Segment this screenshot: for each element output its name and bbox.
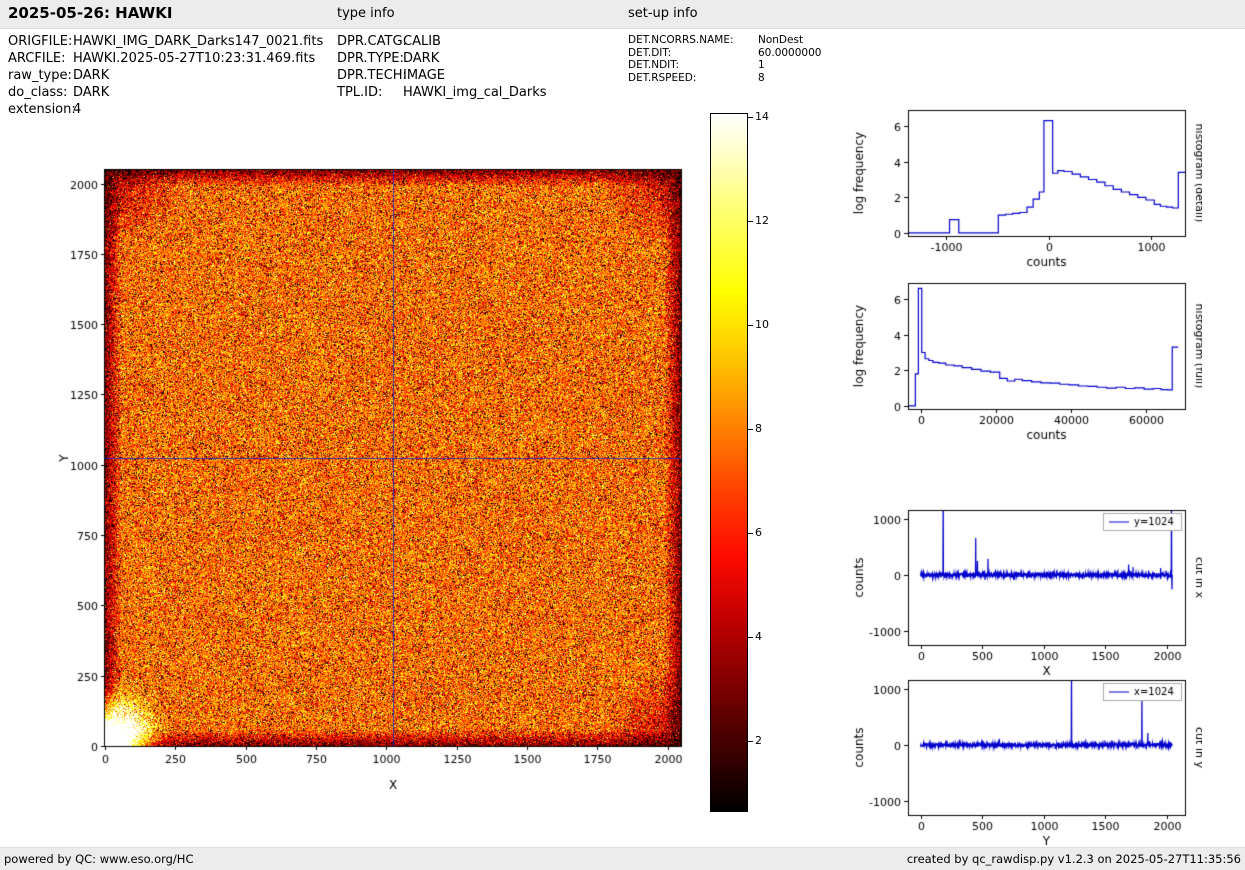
metadata-value: CALIB xyxy=(403,34,441,49)
metadata-label: DPR.CATG: xyxy=(337,34,407,49)
setup-info-block: DET.NCORRS.NAME: NonDest DET.DIT: 60.00000… xyxy=(628,34,821,84)
colorbar-tick xyxy=(748,117,753,119)
metadata-row: ORIGFILE:HAWKI_IMG_DARK_Darks147_0021.fi… xyxy=(8,33,323,50)
histogram-full-chart xyxy=(850,268,1202,468)
metadata-label: DET.DIT: xyxy=(628,46,672,59)
footer-right-text: created by qc_rawdisp.py v1.2.3 on 2025-… xyxy=(906,852,1241,866)
metadata-row: DPR.CATG:CALIB xyxy=(337,33,547,50)
dark-frame-image-plot xyxy=(55,140,695,800)
colorbar-tick-label: 6 xyxy=(755,525,762,539)
metadata-label: raw_type: xyxy=(8,68,72,83)
metadata-row: extension:4 xyxy=(8,101,323,118)
metadata-value: IMAGE xyxy=(403,68,446,83)
colorbar-tick xyxy=(748,325,753,327)
metadata-value: DARK xyxy=(73,85,110,100)
colorbar-tick-label: 10 xyxy=(755,318,769,332)
colorbar-tick-label: 8 xyxy=(755,422,762,435)
colorbar-tick xyxy=(748,532,753,534)
colorbar-tick xyxy=(748,636,753,638)
metadata-value: HAWKI.2025-05-27T10:23:31.469.fits xyxy=(73,51,316,66)
metadata-label: DET.RSPEED: xyxy=(628,71,697,84)
colorbar xyxy=(710,113,748,812)
metadata-value: DARK xyxy=(403,51,440,66)
metadata-label: DPR.TECH: xyxy=(337,68,407,83)
cut-in-y-chart xyxy=(850,665,1202,865)
metadata-row: do_class: DARK xyxy=(8,84,323,101)
metadata-label: do_class: xyxy=(8,85,68,100)
metadata-value: HAWKI_IMG_DARK_Darks147_0021.fits xyxy=(73,34,324,49)
metadata-value: 4 xyxy=(73,102,82,117)
metadata-row: DPR.TECH:IMAGE xyxy=(337,67,547,84)
metadata-label: DET.NCORRS.NAME: xyxy=(628,34,734,46)
colorbar-tick-label: 12 xyxy=(755,214,769,228)
metadata-value: 1 xyxy=(758,59,765,71)
colorbar-tick-label: 2 xyxy=(755,733,762,747)
metadata-label: DET.NDIT: xyxy=(628,59,680,71)
metadata-row: raw_type:DARK xyxy=(8,67,323,84)
header-bar: 2025-05-26: HAWKI type info set-up info xyxy=(0,0,1245,29)
setup-info-heading: set-up info xyxy=(628,6,698,21)
metadata-row: DET.DIT: 60.0000000 xyxy=(628,47,821,60)
metadata-label: ARCFILE: xyxy=(8,51,66,66)
metadata-label: TPL.ID: xyxy=(337,85,383,100)
metadata-label: ORIGFILE: xyxy=(8,34,73,49)
metadata-value: 8 xyxy=(758,71,765,84)
page-title: 2025-05-26: HAWKI xyxy=(8,4,173,22)
colorbar-tick xyxy=(748,221,753,223)
type-info-heading: type info xyxy=(337,6,395,21)
metadata-row: ARCFILE: HAWKI.2025-05-27T10:23:31.469.fi… xyxy=(8,50,323,67)
colorbar-tick xyxy=(748,429,753,430)
metadata-value: NonDest xyxy=(758,34,804,46)
metadata-label: DPR.TYPE: xyxy=(337,51,404,66)
file-info-block: ORIGFILE:HAWKI_IMG_DARK_Darks147_0021.fi… xyxy=(8,33,323,118)
qc-report-page: 2025-05-26: HAWKI type info set-up info … xyxy=(0,0,1245,870)
metadata-row: TPL.ID: HAWKI_img_cal_Darks xyxy=(337,84,547,101)
colorbar-tick-label: 14 xyxy=(755,110,769,124)
footer-bar: powered by QC: www.eso.org/HC created by… xyxy=(0,847,1245,870)
metadata-value: 60.0000000 xyxy=(758,46,822,59)
metadata-row: DET.RSPEED: 8 xyxy=(628,72,821,85)
metadata-row: DET.NDIT: 1 xyxy=(628,59,821,72)
metadata-row: DPR.TYPE:DARK xyxy=(337,50,547,67)
colorbar-tick xyxy=(748,740,753,742)
footer-left-text: powered by QC: www.eso.org/HC xyxy=(4,852,194,866)
type-info-block: DPR.CATG:CALIB DPR.TYPE:DARK DPR.TECH:IM… xyxy=(337,33,547,101)
metadata-value: HAWKI_img_cal_Darks xyxy=(403,85,547,100)
metadata-value: DARK xyxy=(73,68,110,83)
metadata-row: DET.NCORRS.NAME: NonDest xyxy=(628,34,821,47)
histogram-detail-chart xyxy=(850,95,1202,295)
metadata-label: extension: xyxy=(8,102,76,117)
colorbar-tick-label: 4 xyxy=(755,629,762,643)
